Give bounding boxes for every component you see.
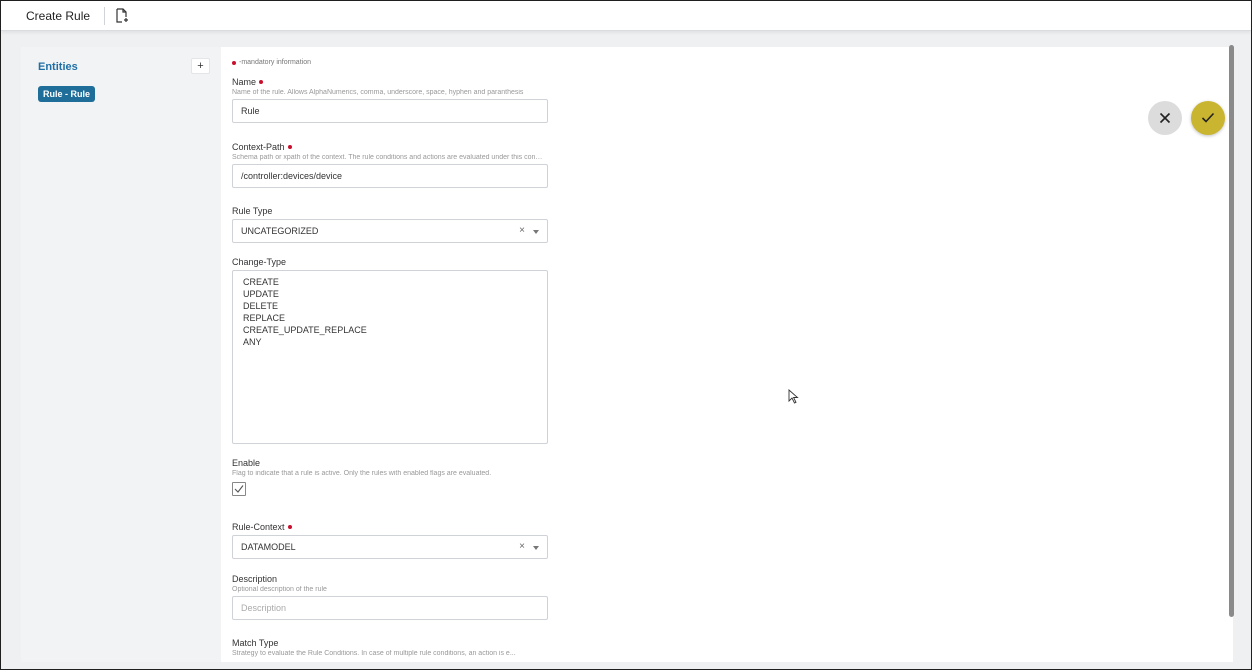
rule-context-label: Rule-Context <box>232 522 548 532</box>
list-item[interactable]: REPLACE <box>243 312 537 324</box>
rule-context-select[interactable]: DATAMODEL × <box>232 535 548 559</box>
app-window: Create Rule Entities + Rule - Rule -mand… <box>1 1 1251 669</box>
main-panel: Entities + Rule - Rule -mandatory inform… <box>21 47 1233 662</box>
description-input[interactable]: Description <box>232 596 548 620</box>
context-path-label: Context-Path <box>232 142 548 152</box>
description-label: Description <box>232 574 278 584</box>
name-label-text: Name <box>232 77 257 87</box>
mandatory-note: -mandatory information <box>232 59 311 66</box>
context-path-input[interactable]: /controller:devices/device <box>232 164 548 188</box>
clear-icon[interactable]: × <box>519 220 525 242</box>
chevron-down-icon[interactable] <box>533 230 539 234</box>
match-type-field: Match Type Strategy to evaluate the Rule… <box>232 638 548 657</box>
entities-title: Entities <box>38 61 78 73</box>
description-help: Optional description of the rule <box>232 586 327 593</box>
rule-type-value: UNCATEGORIZED <box>241 226 319 236</box>
chevron-down-icon[interactable] <box>533 546 539 550</box>
change-type-label: Change-Type <box>232 257 287 267</box>
name-help: Name of the rule. Allows AlphaNumerics, … <box>232 89 524 96</box>
list-item[interactable]: UPDATE <box>243 288 537 300</box>
required-dot-icon <box>287 145 292 149</box>
rule-context-value: DATAMODEL <box>241 542 296 552</box>
check-icon <box>234 485 244 493</box>
rule-type-label: Rule Type <box>232 206 273 216</box>
enable-field: Enable Flag to indicate that a rule is a… <box>232 458 548 496</box>
entity-chip-rule[interactable]: Rule - Rule <box>38 86 96 102</box>
check-icon <box>1201 112 1215 123</box>
mouse-cursor-icon <box>788 389 799 404</box>
add-entity-button[interactable]: + <box>191 58 210 74</box>
close-icon <box>1159 112 1171 124</box>
match-type-label: Match Type <box>232 638 279 648</box>
match-type-help: Strategy to evaluate the Rule Conditions… <box>232 650 516 657</box>
required-dot-icon <box>287 525 292 529</box>
enable-help: Flag to indicate that a rule is active. … <box>232 470 492 477</box>
scrollbar[interactable] <box>1229 45 1234 617</box>
required-dot-icon <box>259 80 264 84</box>
enable-checkbox[interactable] <box>232 482 246 496</box>
context-path-label-text: Context-Path <box>232 142 285 152</box>
name-input[interactable]: Rule <box>232 99 548 123</box>
cancel-button[interactable] <box>1148 101 1182 135</box>
rule-type-select[interactable]: UNCATEGORIZED × <box>232 219 548 243</box>
list-item[interactable]: CREATE_UPDATE_REPLACE <box>243 324 537 336</box>
clear-icon[interactable]: × <box>519 536 525 558</box>
top-bar: Create Rule <box>1 1 1251 31</box>
name-field: Name Name of the rule. Allows AlphaNumer… <box>232 77 548 123</box>
divider <box>104 6 106 25</box>
rule-context-field: Rule-Context DATAMODEL × <box>232 522 548 559</box>
entities-sidebar: Entities + Rule - Rule <box>21 47 221 662</box>
list-item[interactable]: DELETE <box>243 300 537 312</box>
page-title: Create Rule <box>26 8 91 23</box>
change-type-field: Change-Type CREATE UPDATE DELETE REPLACE… <box>232 257 548 444</box>
save-button[interactable] <box>1191 101 1225 135</box>
name-label: Name <box>232 77 548 87</box>
rule-context-label-text: Rule-Context <box>232 522 285 532</box>
document-add-icon[interactable] <box>113 7 131 25</box>
change-type-listbox[interactable]: CREATE UPDATE DELETE REPLACE CREATE_UPDA… <box>232 270 548 444</box>
rule-type-field: Rule Type UNCATEGORIZED × <box>232 206 548 243</box>
enable-label: Enable <box>232 458 261 468</box>
mandatory-note-text: -mandatory information <box>239 59 311 66</box>
required-dot-icon <box>232 60 236 65</box>
context-path-help: Schema path or xpath of the context. The… <box>232 154 544 161</box>
list-item[interactable]: ANY <box>243 336 537 348</box>
context-path-field: Context-Path Schema path or xpath of the… <box>232 142 548 188</box>
list-item[interactable]: CREATE <box>243 276 537 288</box>
description-field: Description Optional description of the … <box>232 574 548 620</box>
